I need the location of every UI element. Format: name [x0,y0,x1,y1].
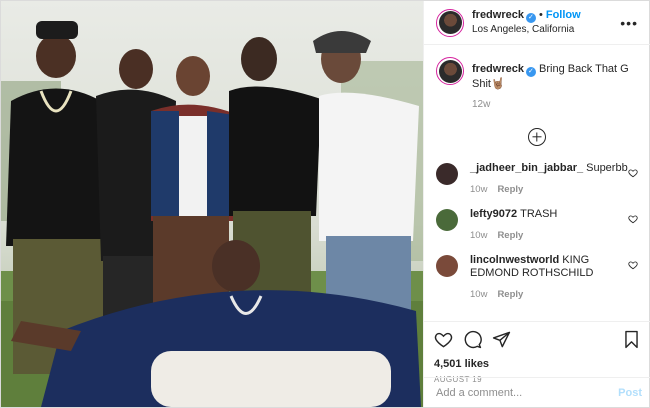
comment-text: Superbb [586,162,628,174]
comment-age[interactable]: 10w [470,230,487,241]
bookmark-icon[interactable] [623,330,640,349]
comment-username[interactable]: _jadheer_bin_jabbar_ [470,162,583,174]
comment-like-heart-icon[interactable] [628,260,638,270]
post-caption: fredwreck ✓ Bring Back That G Shit🤘🏽 [436,57,638,91]
add-comment-input[interactable] [436,386,619,399]
comment-item: lefty9072 TRASH 10w Reply [436,208,638,242]
author-avatar[interactable] [436,8,464,37]
heart-icon[interactable] [434,330,453,349]
comment-like-heart-icon[interactable] [628,168,638,178]
comment-item: _jadheer_bin_jabbar_ Superbb 10w Reply [436,162,638,196]
avatar-image [438,59,462,83]
caption-username[interactable]: fredwreck [472,63,524,75]
comment-text: TRASH [520,208,558,220]
caption-text-row: fredwreck ✓ Bring Back That G Shit🤘🏽 [472,57,638,91]
verified-badge-icon: ✓ [525,13,536,23]
post-photo[interactable] [1,1,423,407]
commenter-avatar[interactable] [436,209,458,231]
avatar-image [438,11,462,34]
post-sidebar: fredwreck ✓ • Follow Los Angeles, Californi… [423,1,650,407]
comment-body: _jadheer_bin_jabbar_ Superbb 10w Reply [470,162,646,196]
reply-button[interactable]: Reply [497,184,523,195]
caption-age[interactable]: 12w [472,99,638,110]
comments-area: fredwreck ✓ Bring Back That G Shit🤘🏽 12w … [424,45,650,321]
author-info: fredwreck ✓ • Follow Los Angeles, Californi… [472,9,616,36]
author-username[interactable]: fredwreck [472,9,524,21]
group-photo-image [1,1,423,407]
post-comment-button[interactable]: Post [618,387,642,399]
reply-button[interactable]: Reply [497,230,523,241]
comment-username[interactable]: lincolnwestworld [470,254,559,266]
reply-button[interactable]: Reply [497,289,523,300]
instagram-post-modal: fredwreck ✓ • Follow Los Angeles, Californi… [0,0,650,408]
post-location[interactable]: Los Angeles, California [472,23,616,36]
follow-button[interactable]: Follow [546,9,581,21]
action-icons [434,330,640,349]
comment-body: lincolnwestworld KING EDMOND ROTHSCHILD 1… [470,254,638,301]
separator-dot: • [538,9,543,21]
comment-meta: 10w Reply [470,288,620,301]
comment-like-heart-icon[interactable] [628,214,638,224]
load-more-comments [436,128,638,146]
comment-item: lincolnwestworld KING EDMOND ROTHSCHILD 1… [436,254,638,301]
verified-badge-icon: ✓ [525,67,536,77]
caption-avatar[interactable] [436,57,464,85]
comment-icon[interactable] [463,330,482,349]
add-comment-bar: Post [424,377,650,407]
comment-age[interactable]: 10w [470,184,487,195]
likes-count[interactable]: 4,501 likes [434,358,640,370]
commenter-avatar[interactable] [436,255,458,277]
share-icon[interactable] [492,330,511,349]
more-options-icon[interactable]: ••• [616,11,642,35]
comment-meta: 10w Reply [470,183,628,196]
comment-body: lefty9072 TRASH 10w Reply [470,208,638,242]
post-header: fredwreck ✓ • Follow Los Angeles, Californi… [424,1,650,45]
comment-username[interactable]: lefty9072 [470,208,517,220]
commenter-avatar[interactable] [436,163,458,185]
comment-age[interactable]: 10w [470,289,487,300]
plus-circle-icon[interactable] [528,128,546,146]
comment-meta: 10w Reply [470,229,620,242]
